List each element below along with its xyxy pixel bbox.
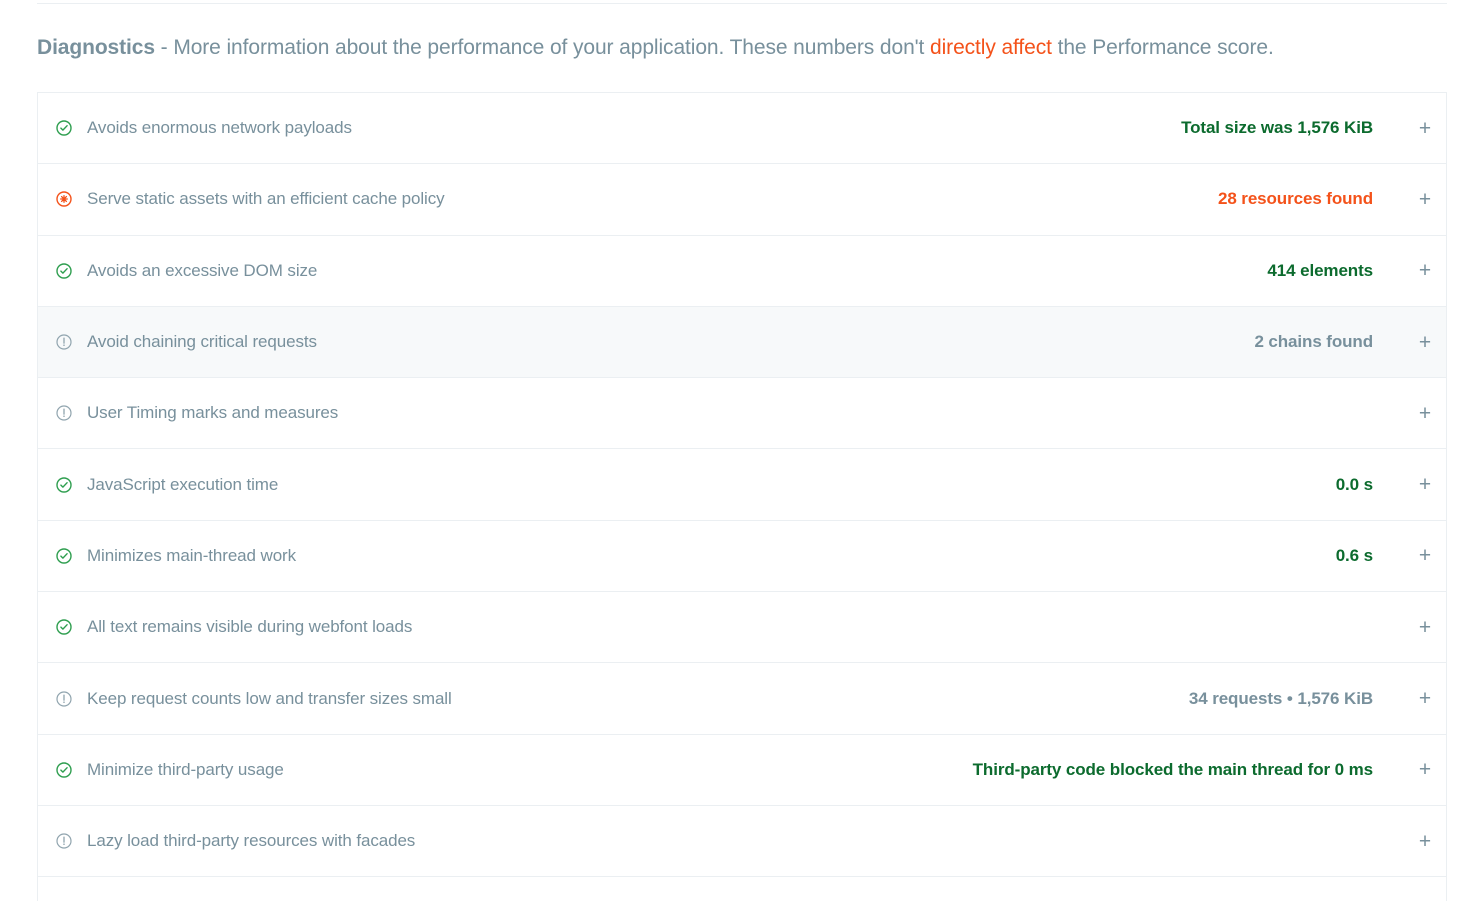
audit-value: 414 elements [1267, 260, 1373, 280]
audit-value: Third-party code blocked the main thread… [972, 759, 1373, 779]
audit-title: Keep request counts low and transfer siz… [87, 688, 452, 708]
audit-row[interactable]: Serve static assets with an efficient ca… [38, 164, 1446, 236]
audit-row[interactable]: Avoids enormous network payloads Total si… [38, 93, 1446, 165]
error-circle-icon [56, 191, 72, 208]
section-title: Diagnostics [37, 36, 155, 59]
audit-value: 0.6 s [1335, 545, 1373, 565]
audit-title: Avoid chaining critical requests [87, 332, 317, 352]
expand-audit-button[interactable]: + [1404, 734, 1446, 805]
expand-audit-button[interactable]: + [1404, 164, 1446, 235]
info-circle-icon [56, 833, 72, 849]
audit-title: Avoids enormous network payloads [87, 118, 352, 138]
info-circle-icon [56, 334, 72, 350]
diagnostics-page: Diagnostics - More information about the… [0, 0, 1465, 901]
audit-row[interactable]: Avoids an excessive DOM size 414 elements… [38, 235, 1446, 307]
audit-row[interactable]: JavaScript execution time 0.0 s + [38, 449, 1446, 521]
check-circle-icon [56, 476, 72, 493]
diagnostics-section-header: Diagnostics - More information about the… [37, 33, 1447, 63]
audit-row[interactable]: + [38, 877, 1446, 901]
audit-value: 28 resources found [1217, 189, 1373, 209]
audit-row[interactable]: Keep request counts low and transfer siz… [38, 663, 1446, 735]
audit-value: 34 requests • 1,576 KiB [1188, 688, 1373, 708]
expand-audit-button[interactable]: + [1404, 378, 1446, 449]
diagnostics-audit-list: Avoids enormous network payloads Total si… [37, 92, 1447, 901]
audit-title: JavaScript execution time [87, 474, 279, 494]
section-description-highlight: directly affect [930, 36, 1052, 59]
audit-row[interactable]: Minimizes main-thread work 0.6 s + [38, 520, 1446, 593]
check-circle-icon [56, 548, 72, 564]
check-circle-icon [56, 120, 72, 136]
info-circle-icon [56, 690, 72, 707]
section-title-separator: - [154, 36, 174, 59]
audit-row[interactable]: Lazy load third-party resources with fac… [38, 805, 1446, 878]
audit-title: Lazy load third-party resources with fac… [87, 831, 416, 851]
audit-value: 0.0 s [1335, 474, 1373, 494]
section-description-after: the Performance score. [1051, 36, 1274, 59]
check-circle-icon [56, 762, 72, 778]
expand-audit-button[interactable]: + [1404, 235, 1446, 306]
expand-audit-button[interactable]: + [1404, 592, 1446, 663]
audit-title: Minimize third-party usage [87, 759, 284, 779]
audit-title: Serve static assets with an efficient ca… [87, 189, 445, 209]
check-circle-icon [56, 263, 72, 279]
audit-row[interactable]: All text remains visible during webfont … [38, 592, 1446, 664]
audit-title: All text remains visible during webfont … [87, 617, 413, 637]
expand-audit-button[interactable]: + [1404, 806, 1446, 877]
expand-audit-button[interactable]: + [1404, 307, 1446, 378]
audit-row[interactable]: Minimize third-party usage Third-party co… [38, 734, 1446, 806]
expand-audit-button[interactable]: + [1404, 520, 1446, 591]
audit-row[interactable]: User Timing marks and measures + [38, 378, 1446, 450]
audit-title: Minimizes main-thread work [87, 545, 297, 565]
audit-value: 2 chains found [1254, 332, 1373, 352]
audit-value: Total size was 1,576 KiB [1181, 118, 1373, 138]
expand-audit-button[interactable]: + [1404, 449, 1446, 520]
audit-title: User Timing marks and measures [87, 403, 339, 423]
section-description-before: More information about the performance o… [173, 36, 931, 59]
section-top-divider [37, 3, 1447, 4]
audit-title: Avoids an excessive DOM size [87, 260, 318, 280]
audit-row[interactable]: Avoid chaining critical requests 2 chains… [38, 306, 1446, 379]
expand-audit-button[interactable]: + [1404, 93, 1446, 164]
info-circle-icon [56, 405, 72, 421]
check-circle-icon [56, 619, 72, 635]
expand-audit-button[interactable]: + [1404, 663, 1446, 734]
